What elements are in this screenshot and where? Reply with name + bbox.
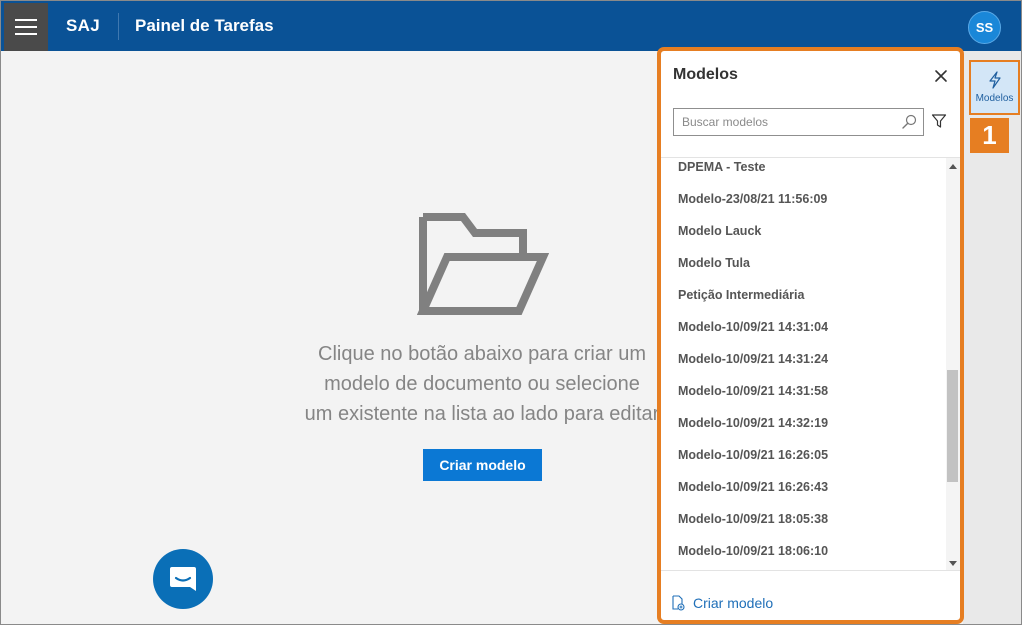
- list-item[interactable]: Modelo-10/09/21 16:26:43: [678, 480, 828, 494]
- page-title: Painel de Tarefas: [135, 16, 274, 35]
- search-icon[interactable]: [901, 114, 917, 130]
- scroll-down-arrow-icon[interactable]: [949, 561, 957, 566]
- list-item[interactable]: Modelo-10/09/21 18:06:10: [678, 544, 828, 558]
- list-item[interactable]: Modelo-10/09/21 14:32:19: [678, 416, 828, 430]
- user-avatar[interactable]: SS: [968, 11, 1001, 44]
- list-item[interactable]: Petição Intermediária: [678, 288, 804, 302]
- create-model-link[interactable]: Criar modelo: [671, 595, 773, 611]
- search-input[interactable]: [674, 109, 894, 135]
- empty-line-1: Clique no botão abaixo para criar um: [318, 343, 646, 365]
- empty-line-2: modelo de documento ou selecione: [324, 373, 640, 395]
- modelos-rail-button[interactable]: Modelos: [969, 60, 1020, 115]
- empty-state-message: Clique no botão abaixo para criar um mod…: [287, 339, 677, 429]
- app-frame: SAJ Painel de Tarefas SS Clique no botão…: [0, 0, 1022, 625]
- create-model-link-label: Criar modelo: [693, 595, 774, 611]
- empty-line-3: um existente na lista ao lado para edita…: [304, 403, 660, 425]
- chat-button[interactable]: [153, 549, 213, 609]
- close-icon[interactable]: [932, 67, 950, 85]
- lightning-icon: [988, 71, 1001, 89]
- list-item[interactable]: Modelo-10/09/21 16:26:05: [678, 448, 828, 462]
- list-item[interactable]: DPEMA - Teste: [678, 160, 766, 174]
- create-model-button[interactable]: Criar modelo: [423, 449, 542, 481]
- panel-title: Modelos: [673, 66, 738, 83]
- top-bar: SAJ Painel de Tarefas SS: [1, 1, 1021, 51]
- document-add-icon: [672, 595, 685, 611]
- brand-logo[interactable]: SAJ: [66, 16, 100, 36]
- panel-footer-divider: [661, 570, 960, 571]
- open-folder-icon: [417, 213, 549, 315]
- list-item[interactable]: Modelo Lauck: [678, 224, 761, 238]
- chat-icon: [170, 567, 196, 591]
- hamburger-menu-icon[interactable]: [4, 3, 48, 51]
- list-item[interactable]: Modelo-23/08/21 11:56:09: [678, 192, 827, 206]
- scrollbar-thumb[interactable]: [947, 370, 958, 482]
- filter-icon[interactable]: [931, 113, 947, 129]
- header-divider: [118, 13, 119, 40]
- list-item[interactable]: Modelo-10/09/21 14:31:24: [678, 352, 828, 366]
- step-callout-badge: 1: [970, 118, 1009, 153]
- search-field: [673, 108, 924, 136]
- modelos-list: DPEMA - Teste Modelo-23/08/21 11:56:09 M…: [661, 158, 946, 570]
- modelos-rail-label: Modelos: [975, 93, 1014, 104]
- list-item[interactable]: Modelo-10/09/21 18:05:38: [678, 512, 828, 526]
- list-item[interactable]: Modelo Tula: [678, 256, 750, 270]
- scroll-up-arrow-icon[interactable]: [949, 164, 957, 169]
- list-item[interactable]: Modelo-10/09/21 14:31:58: [678, 384, 828, 398]
- list-item[interactable]: Modelo-10/09/21 14:31:04: [678, 320, 828, 334]
- modelos-panel: Modelos DPEMA - Teste Modelo-23/08/21 11…: [657, 47, 964, 624]
- list-scrollbar[interactable]: [946, 158, 960, 570]
